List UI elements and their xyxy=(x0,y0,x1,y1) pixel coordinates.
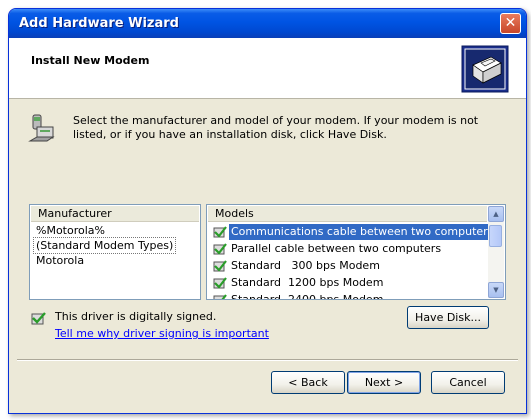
signed-driver-icon xyxy=(31,312,46,325)
window-title: Add Hardware Wizard xyxy=(19,16,179,31)
list-item-label: Communications cable between two compute… xyxy=(229,224,496,240)
list-item[interactable]: %Motorola% xyxy=(34,223,107,238)
models-list[interactable]: Models Communications cable between two … xyxy=(206,204,506,300)
scroll-down-button[interactable]: ▼ xyxy=(488,282,504,298)
instruction-text: Select the manufacturer and model of you… xyxy=(73,114,479,141)
modem-icon xyxy=(28,114,55,142)
manufacturer-list[interactable]: Manufacturer %Motorola% (Standard Modem … xyxy=(29,204,201,300)
signed-driver-icon xyxy=(213,294,227,299)
title-bar[interactable]: Add Hardware Wizard ✕ xyxy=(9,9,526,38)
driver-signed-text: This driver is digitally signed. xyxy=(55,310,217,323)
page-title: Install New Modem xyxy=(31,54,150,67)
driver-signing-link[interactable]: Tell me why driver signing is important xyxy=(55,327,269,340)
list-item-label: Standard 300 bps Modem xyxy=(231,259,380,272)
close-icon: ✕ xyxy=(504,15,517,31)
list-item[interactable]: (Standard Modem Types) xyxy=(32,237,177,254)
manufacturer-column-header[interactable]: Manufacturer xyxy=(31,206,199,222)
cancel-button[interactable]: Cancel xyxy=(431,371,505,394)
list-item-label: Parallel cable between two computers xyxy=(231,242,442,255)
chevron-down-icon: ▼ xyxy=(493,286,499,294)
signed-driver-icon xyxy=(213,260,227,272)
separator xyxy=(17,359,518,361)
close-button[interactable]: ✕ xyxy=(500,13,521,34)
scroll-thumb[interactable] xyxy=(489,225,502,247)
list-item-label: Standard 1200 bps Modem xyxy=(231,276,384,289)
hardware-icon xyxy=(461,45,509,93)
list-item[interactable]: Motorola xyxy=(34,253,86,268)
add-hardware-wizard-window: Add Hardware Wizard ✕ Install New Modem … xyxy=(8,8,527,414)
signed-driver-icon xyxy=(213,277,227,289)
next-button[interactable]: Next > xyxy=(347,371,421,394)
have-disk-button[interactable]: Have Disk... xyxy=(407,306,489,329)
chevron-up-icon: ▲ xyxy=(493,210,499,218)
back-button[interactable]: < Back xyxy=(271,371,345,394)
list-item-label: Standard 2400 bps Modem xyxy=(231,293,384,300)
signed-driver-icon xyxy=(213,243,227,255)
models-scrollbar[interactable]: ▲ ▼ xyxy=(488,206,504,298)
scroll-up-button[interactable]: ▲ xyxy=(488,206,504,222)
signed-driver-icon xyxy=(213,226,227,238)
models-column-header[interactable]: Models xyxy=(208,206,487,222)
wizard-header: Install New Modem xyxy=(9,38,526,99)
